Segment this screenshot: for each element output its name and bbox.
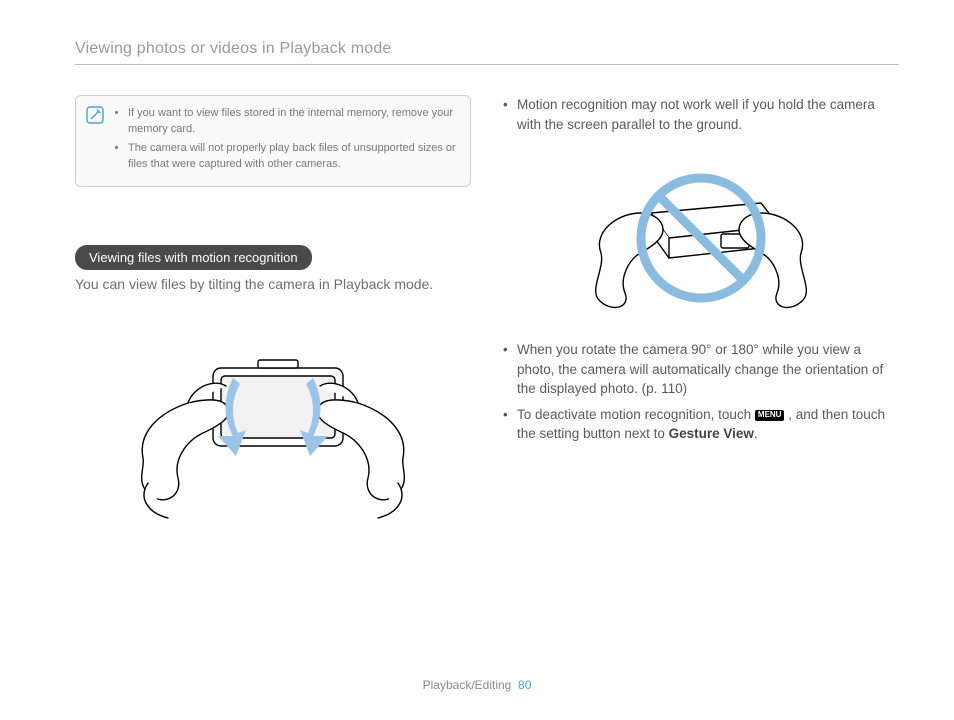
gesture-view-label: Gesture View (669, 426, 754, 441)
deactivate-text: To deactivate motion recognition, touch … (503, 405, 899, 444)
footer-page-number: 80 (518, 678, 531, 692)
page-footer: Playback/Editing 80 (0, 678, 954, 692)
section-description: You can view files by tilting the camera… (75, 276, 471, 292)
section-heading-pill: Viewing files with motion recognition (75, 245, 312, 270)
content-columns: If you want to view files stored in the … (75, 95, 899, 528)
parallel-hold-illustration (503, 158, 899, 318)
note-item: The camera will not properly play back f… (128, 141, 456, 173)
body-list-top: Motion recognition may not work well if … (503, 95, 899, 134)
deactivate-part-c: . (754, 426, 758, 441)
footer-section: Playback/Editing (423, 678, 512, 692)
left-column: If you want to view files stored in the … (75, 95, 471, 528)
note-list: If you want to view files stored in the … (116, 106, 456, 176)
tilt-illustration (75, 318, 471, 528)
note-item: If you want to view files stored in the … (128, 106, 456, 138)
page-header: Viewing photos or videos in Playback mod… (75, 40, 899, 65)
body-list-bottom: When you rotate the camera 90° or 180° w… (503, 340, 899, 444)
rotate-note-text: When you rotate the camera 90° or 180° w… (503, 340, 899, 399)
motion-warning-text: Motion recognition may not work well if … (503, 95, 899, 134)
right-column: Motion recognition may not work well if … (503, 95, 899, 528)
manual-page: Viewing photos or videos in Playback mod… (0, 0, 954, 720)
note-box: If you want to view files stored in the … (75, 95, 471, 187)
deactivate-part-a: To deactivate motion recognition, touch (517, 407, 755, 422)
note-icon (86, 106, 104, 124)
menu-icon: MENU (755, 410, 785, 421)
